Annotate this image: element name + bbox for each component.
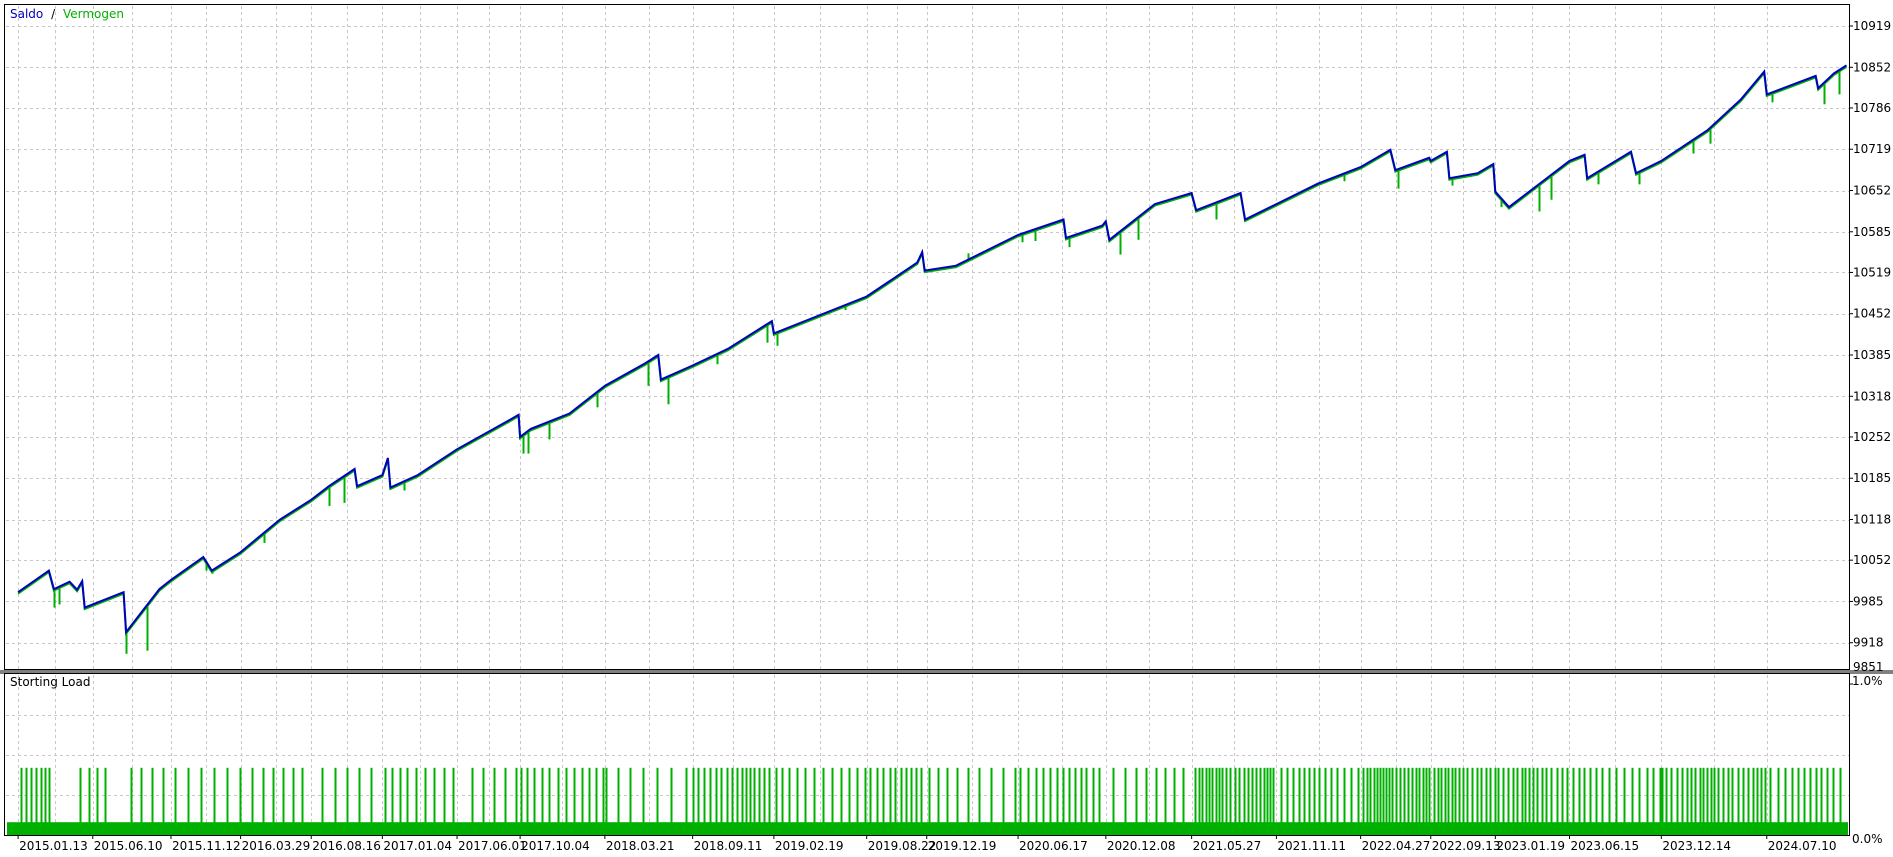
y-tick-label: 10519 (1853, 265, 1891, 279)
x-tick-label: 2020.06.17 (1019, 839, 1088, 853)
y-tick-label: 10919 (1853, 19, 1891, 33)
x-tick-label: 2018.09.11 (694, 839, 763, 853)
y-tick-label: 9851 (1853, 660, 1884, 674)
y-tick-label: 10585 (1853, 225, 1891, 239)
x-tick-label: 2015.01.13 (19, 839, 88, 853)
x-tick-label: 2020.12.08 (1107, 839, 1176, 853)
backtest-chart: 10919 10852 10786 10719 10652 10585 10519 10452… (0, 0, 1893, 853)
y-tick-label: 10318 (1853, 389, 1891, 403)
x-tick-label: 2019.08.22 (868, 839, 937, 853)
y-tick-label: 10385 (1853, 348, 1891, 362)
load-y-tick-top: 1.0% (1852, 674, 1883, 688)
x-tick-label: 2016.08.16 (312, 839, 381, 853)
x-tick-label: 2017.06.01 (458, 839, 527, 853)
x-tick-label: 2022.04.27 (1362, 839, 1431, 853)
legend-equity-label: Vermogen (63, 7, 124, 21)
x-tick-label: 2023.01.19 (1496, 839, 1565, 853)
x-tick-label: 2017.10.04 (521, 839, 590, 853)
x-tick-label: 2023.12.14 (1662, 839, 1731, 853)
y-tick-label: 10452 (1853, 307, 1891, 321)
x-tick-label: 2023.06.15 (1570, 839, 1639, 853)
x-tick-label: 2019.02.19 (775, 839, 844, 853)
x-tick-label: 2021.05.27 (1193, 839, 1262, 853)
y-tick-label: 10652 (1853, 184, 1891, 198)
load-panel-title: Storting Load (10, 675, 90, 689)
x-tick-label: 2015.06.10 (94, 839, 163, 853)
y-tick-label: 10852 (1853, 60, 1891, 74)
x-tick-label: 2019.12.19 (928, 839, 997, 853)
y-tick-label: 10252 (1853, 430, 1891, 444)
x-tick-label: 2018.03.21 (606, 839, 675, 853)
legend-balance-label: Saldo (10, 7, 43, 21)
y-tick-label: 10185 (1853, 471, 1891, 485)
chart-canvas: 10919 10852 10786 10719 10652 10585 10519 10452… (0, 0, 1893, 853)
y-tick-label: 9985 (1853, 594, 1884, 608)
legend-separator: / (51, 7, 56, 21)
y-tick-label: 10052 (1853, 553, 1891, 567)
y-tick-label: 9918 (1853, 636, 1884, 650)
y-tick-label: 10118 (1853, 513, 1891, 527)
y-tick-label: 10719 (1853, 142, 1891, 156)
chart-legend: Saldo / Vermogen (10, 7, 124, 21)
x-tick-label: 2016.03.29 (242, 839, 311, 853)
x-tick-label: 2022.09.13 (1432, 839, 1501, 853)
x-tick-label: 2021.11.11 (1277, 839, 1346, 853)
x-tick-label: 2015.11.12 (172, 839, 241, 853)
x-tick-label: 2017.01.04 (383, 839, 452, 853)
chart-background (0, 0, 1893, 853)
y-tick-label: 10786 (1853, 101, 1891, 115)
x-tick-label: 2024.07.10 (1768, 839, 1837, 853)
load-y-tick-bottom: 0.0% (1852, 832, 1883, 846)
